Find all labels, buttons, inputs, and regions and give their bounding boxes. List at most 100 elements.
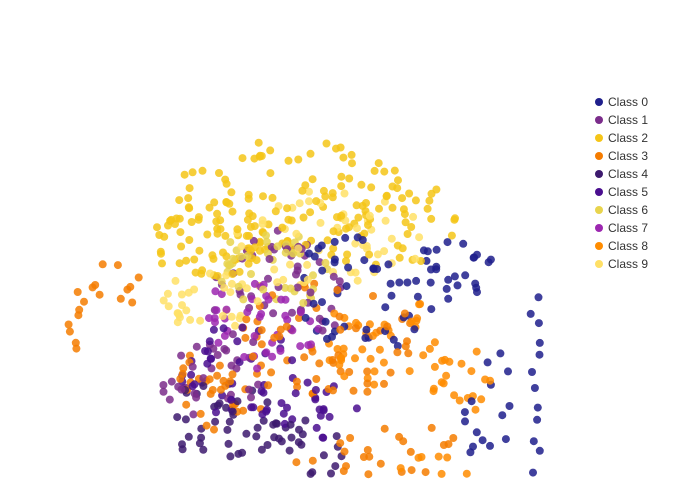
data-point	[266, 169, 274, 177]
data-point	[215, 169, 223, 177]
data-point	[468, 397, 476, 405]
legend-item-2: Class 2	[595, 131, 690, 145]
data-point	[461, 417, 469, 425]
data-point	[415, 233, 423, 241]
data-point	[241, 334, 249, 342]
data-point	[245, 232, 253, 240]
legend-label-0: Class 0	[608, 95, 648, 109]
data-point	[536, 351, 544, 359]
data-point	[223, 198, 231, 206]
data-point	[229, 408, 237, 416]
legend-dot-6	[595, 206, 603, 214]
data-point	[213, 372, 221, 380]
data-point	[422, 468, 430, 476]
data-point	[176, 375, 184, 383]
data-point	[380, 380, 388, 388]
data-point	[209, 386, 217, 394]
data-point	[424, 205, 432, 213]
data-point	[502, 435, 510, 443]
data-point	[402, 218, 410, 226]
data-point	[322, 318, 330, 326]
data-point	[415, 300, 423, 308]
data-point	[343, 282, 351, 290]
data-point	[320, 187, 328, 195]
data-point	[234, 450, 242, 458]
data-point	[433, 246, 441, 254]
data-point	[272, 207, 280, 215]
data-point	[303, 261, 311, 269]
data-point	[160, 388, 168, 396]
data-point	[196, 439, 204, 447]
data-point	[287, 421, 295, 429]
data-point	[353, 224, 361, 232]
data-point	[364, 470, 372, 478]
data-point	[203, 360, 211, 368]
data-point	[319, 327, 327, 335]
legend-item-3: Class 3	[595, 149, 690, 163]
data-point	[96, 291, 104, 299]
data-point	[370, 381, 378, 389]
data-point	[259, 286, 267, 294]
data-point	[195, 247, 203, 255]
data-point	[195, 213, 203, 221]
data-point	[306, 208, 314, 216]
data-point	[411, 255, 419, 263]
data-point	[426, 345, 434, 353]
data-point	[259, 216, 267, 224]
data-point	[262, 408, 270, 416]
data-point	[228, 313, 236, 321]
data-point	[267, 368, 275, 376]
data-point	[370, 265, 378, 273]
data-point	[284, 216, 292, 224]
data-point	[236, 268, 244, 276]
data-point	[365, 251, 373, 259]
data-point	[381, 425, 389, 433]
data-point	[117, 295, 125, 303]
data-point	[277, 347, 285, 355]
data-point	[388, 292, 396, 300]
data-point	[263, 398, 271, 406]
data-point	[449, 434, 457, 442]
data-point	[333, 432, 341, 440]
data-point	[430, 387, 438, 395]
data-point	[363, 388, 371, 396]
data-point	[177, 243, 185, 251]
data-point	[300, 353, 308, 361]
data-point	[182, 401, 190, 409]
data-point	[427, 215, 435, 223]
data-point	[307, 150, 315, 158]
data-point	[206, 375, 214, 383]
data-point	[189, 382, 197, 390]
data-point	[174, 383, 182, 391]
data-point	[404, 230, 412, 238]
data-point	[229, 370, 237, 378]
data-point	[506, 402, 514, 410]
data-point	[361, 334, 369, 342]
data-point	[196, 317, 204, 325]
data-point	[467, 367, 475, 375]
data-point	[352, 324, 360, 332]
data-point	[299, 430, 307, 438]
data-point	[219, 249, 227, 257]
data-point	[384, 260, 392, 268]
legend-item-7: Class 7	[595, 221, 690, 235]
data-point	[185, 433, 193, 441]
data-point	[407, 448, 415, 456]
data-point	[304, 379, 312, 387]
data-point	[269, 309, 277, 317]
legend-dot-7	[595, 224, 603, 232]
data-point	[320, 406, 328, 414]
data-point	[530, 437, 538, 445]
data-point	[239, 295, 247, 303]
data-point	[160, 233, 168, 241]
data-point	[288, 434, 296, 442]
data-point	[251, 332, 259, 340]
data-point	[534, 404, 542, 412]
legend-label-8: Class 8	[608, 239, 648, 253]
data-point	[425, 197, 433, 205]
data-point	[442, 372, 450, 380]
data-point	[388, 235, 396, 243]
data-point	[318, 298, 326, 306]
main-container: Class 0Class 1Class 2Class 3Class 4Class…	[0, 0, 700, 500]
data-point	[229, 330, 237, 338]
